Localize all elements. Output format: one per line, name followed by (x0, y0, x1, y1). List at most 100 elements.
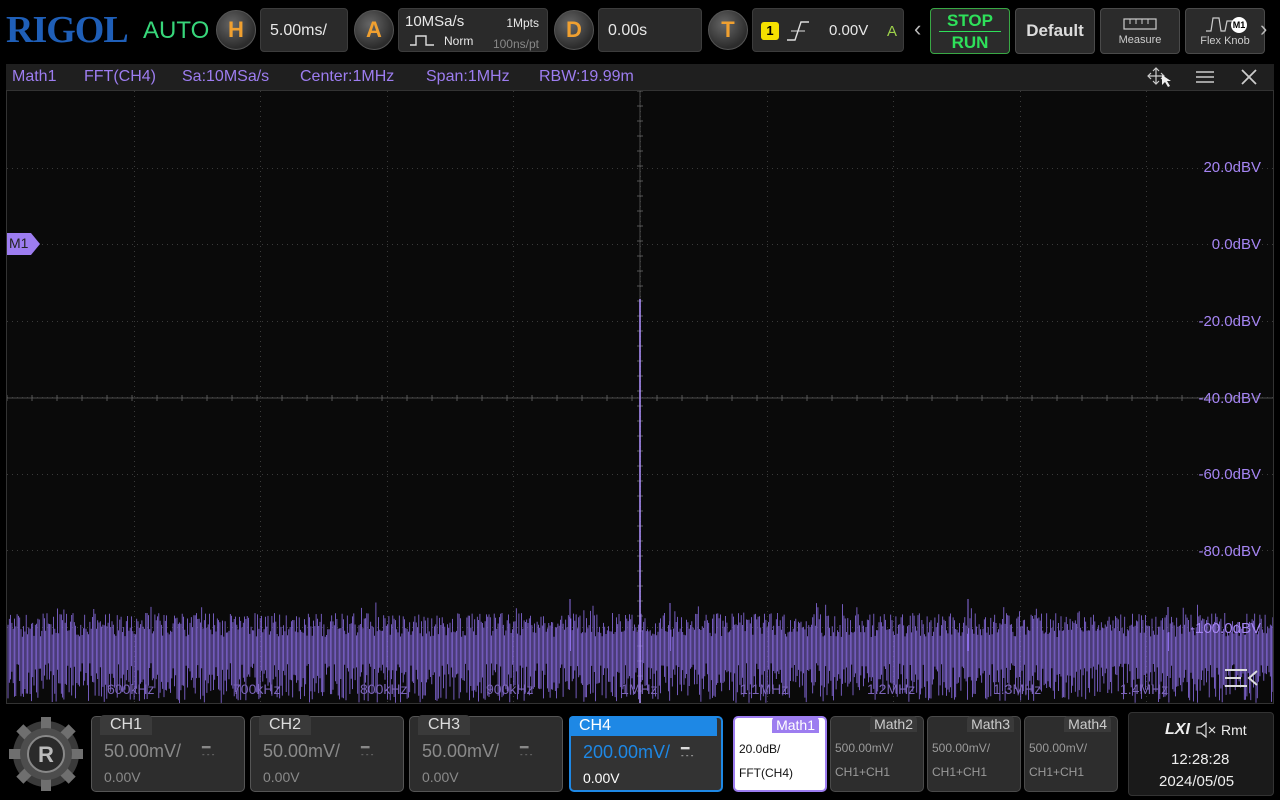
remote-label: Rmt (1221, 722, 1247, 738)
x-label-800khz: 800kHz (360, 681, 408, 697)
rising-edge-icon (787, 21, 809, 41)
run-label: RUN (951, 32, 989, 52)
math-3-scale: 500.00mV/ (932, 741, 991, 755)
move-window-icon[interactable] (1146, 66, 1176, 88)
default-button[interactable]: Default (1015, 8, 1095, 54)
lxi-label: LXI (1165, 721, 1190, 738)
run-stop-button[interactable]: STOP RUN (930, 8, 1010, 54)
trigger-panel[interactable]: 1 0.00V A (752, 8, 904, 52)
math-2-box[interactable]: Math2 500.00mV/ CH1+CH1 (830, 716, 924, 792)
acquire-mode: Norm (444, 34, 474, 48)
y-label-minus20dbv: -20.0dBV (1198, 313, 1261, 330)
dc-coupling-icon: ━ - - - (520, 739, 533, 759)
math-span: Span:1MHz (426, 68, 510, 85)
math-center: Center:1MHz (300, 68, 395, 85)
y-label-0dbv: 0.0dBV (1211, 236, 1261, 253)
channel-1-label: CH1 (100, 715, 153, 735)
dc-coupling-icon: ━ - - - (202, 739, 215, 759)
trigger-mode-label[interactable]: AUTO (143, 16, 209, 46)
channel-1-scale: 50.00mV/ (104, 741, 182, 761)
measure-label: Measure (1118, 34, 1162, 46)
clock-time: 12:28:28 (1171, 751, 1230, 768)
svg-text:R: R (38, 742, 54, 767)
channel-3-scale: 50.00mV/ (422, 741, 500, 761)
sample-rate: 10MSa/s (405, 13, 465, 30)
math-4-scale: 500.00mV/ (1029, 741, 1088, 755)
math-3-label: Math3 (967, 716, 1014, 732)
channel-1-offset: 0.00V (104, 769, 141, 785)
flex-knob-label: Flex Knob (1200, 35, 1250, 47)
default-label: Default (1026, 21, 1084, 40)
ruler-icon (1123, 18, 1157, 30)
math-1-function: FFT(CH4) (739, 766, 793, 780)
chevron-right-icon[interactable]: › (1260, 16, 1267, 42)
status-panel[interactable]: LXI Rmt 12:28:28 2024/05/05 (1128, 712, 1274, 796)
math-2-scale: 500.00mV/ (835, 741, 894, 755)
math-3-function: CH1+CH1 (932, 765, 988, 779)
math1-offset-marker[interactable]: M1 (7, 233, 41, 255)
channel-4-box[interactable]: CH4 200.00mV/ ━ - - - 0.00V (569, 716, 723, 792)
math-sample-rate: Sa:10MSa/s (182, 68, 270, 85)
x-label-700khz: 700kHz (233, 681, 281, 697)
math-name: Math1 (12, 68, 57, 85)
delay-panel[interactable]: 0.00s (598, 8, 702, 52)
channel-4-scale: 200.00mV/ (583, 742, 671, 762)
home-gear-icon[interactable]: R (8, 714, 84, 794)
trigger-source-badge: 1 (761, 22, 779, 40)
channel-4-offset: 0.00V (583, 770, 620, 786)
horizontal-panel[interactable]: 5.00ms/ (260, 8, 348, 52)
trigger-knob[interactable]: T (708, 10, 748, 50)
clock-date: 2024/05/05 (1159, 773, 1235, 790)
flex-knob-button[interactable]: M1 Flex Knob (1185, 8, 1265, 54)
y-label-minus100dbv: -100.0dBV (1190, 620, 1261, 637)
delay-value: 0.00s (608, 22, 648, 39)
acquire-panel[interactable]: 10MSa/s 1Mpts Norm 100ns/pt (398, 8, 548, 52)
math-2-function: CH1+CH1 (835, 765, 891, 779)
channel-3-box[interactable]: CH3 50.00mV/ ━ - - - 0.00V (409, 715, 563, 792)
y-label-minus40dbv: -40.0dBV (1198, 390, 1261, 407)
marker-label: M1 (9, 235, 29, 251)
x-label-1-4mhz: 1.4MHz (1120, 681, 1169, 697)
timebase-value: 5.00ms/ (270, 22, 327, 39)
rigol-logo: RIGOL (6, 9, 129, 51)
menu-icon[interactable] (1194, 68, 1216, 86)
horizontal-knob[interactable]: H (216, 10, 256, 50)
y-label-20dbv: 20.0dBV (1203, 159, 1261, 176)
collapse-menu-icon[interactable] (1223, 665, 1261, 693)
x-label-1-1mhz: 1.1MHz (740, 681, 789, 697)
trigger-level: 0.00V (829, 22, 869, 39)
speaker-muted-icon (1196, 722, 1216, 738)
channel-4-label: CH4 (569, 716, 717, 736)
delay-knob[interactable]: D (554, 10, 594, 50)
measure-button[interactable]: Measure (1100, 8, 1180, 54)
dc-coupling-icon: ━ - - - (681, 740, 694, 760)
close-icon[interactable] (1240, 68, 1258, 86)
x-label-600khz: 600kHz (107, 681, 155, 697)
top-toolbar: RIGOL AUTO H 5.00ms/ A 10MSa/s 1Mpts Nor… (0, 0, 1280, 62)
math-3-box[interactable]: Math3 500.00mV/ CH1+CH1 (927, 716, 1021, 792)
math-4-label: Math4 (1064, 716, 1111, 732)
acquire-knob[interactable]: A (354, 10, 394, 50)
math-rbw: RBW:19.99m (539, 68, 634, 85)
fft-trace (7, 299, 1273, 703)
channel-2-label: CH2 (259, 715, 312, 735)
memory-depth: 1Mpts (506, 16, 539, 30)
stop-label: STOP (947, 10, 993, 30)
channel-2-scale: 50.00mV/ (263, 741, 341, 761)
fft-waveform-area[interactable]: 20.0dBV 0.0dBV -20.0dBV -40.0dBV -60.0dB… (6, 90, 1274, 704)
y-label-minus60dbv: -60.0dBV (1198, 466, 1261, 483)
x-label-1mhz: 1MHz (621, 681, 658, 697)
math-2-label: Math2 (870, 716, 917, 732)
dc-coupling-icon: ━ - - - (361, 739, 374, 759)
chevron-left-icon[interactable]: ‹ (914, 16, 921, 42)
math-1-box[interactable]: Math1 20.0dB/ FFT(CH4) (733, 716, 827, 792)
channel-2-box[interactable]: CH2 50.00mV/ ━ - - - 0.00V (250, 715, 404, 792)
channel-3-label: CH3 (418, 715, 471, 735)
x-label-1-2mhz: 1.2MHz (867, 681, 916, 697)
trigger-status: A (886, 23, 897, 40)
math-4-box[interactable]: Math4 500.00mV/ CH1+CH1 (1024, 716, 1118, 792)
math-1-label: Math1 (772, 717, 819, 733)
channel-1-box[interactable]: CH1 50.00mV/ ━ - - - 0.00V (91, 715, 245, 792)
x-label-900khz: 900kHz (486, 681, 534, 697)
math-info-bar: Math1 FFT(CH4) Sa:10MSa/s Center:1MHz Sp… (6, 64, 1274, 90)
